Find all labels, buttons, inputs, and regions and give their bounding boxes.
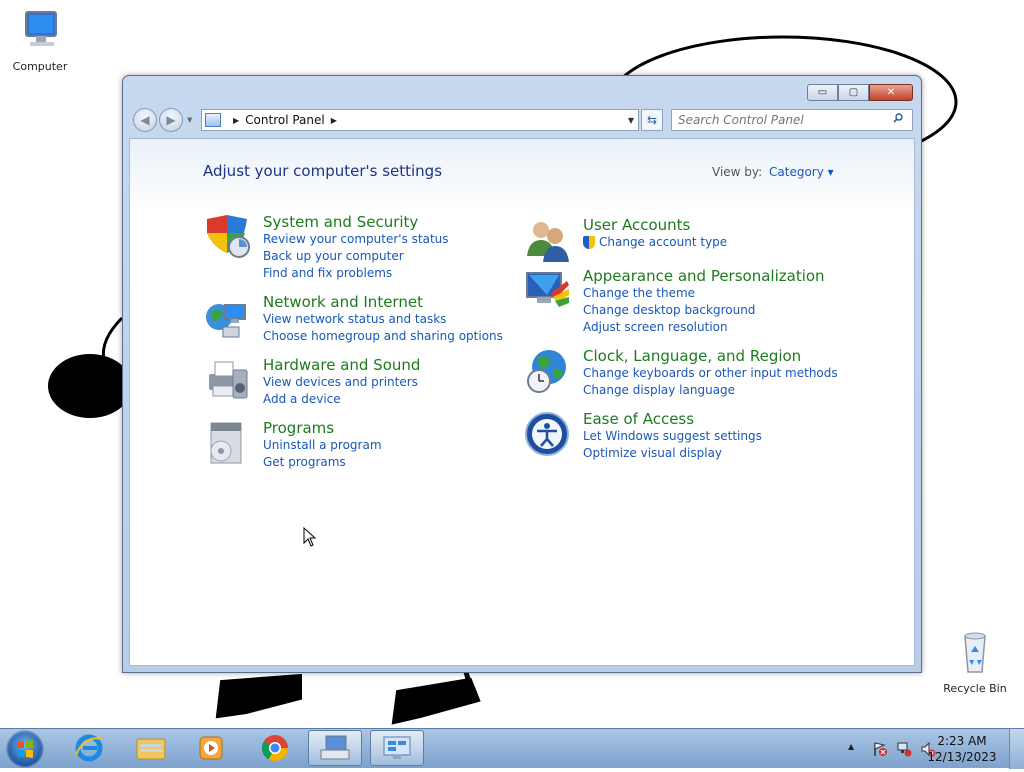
address-bar[interactable]: ▶ Control Panel ▶ ▼ bbox=[201, 109, 639, 131]
show-desktop-button[interactable] bbox=[1009, 729, 1024, 769]
window-controls: ▭ ▢ ✕ bbox=[807, 84, 913, 101]
internet-explorer-icon bbox=[75, 734, 103, 762]
category-programs: Programs Uninstall a program Get program… bbox=[203, 419, 503, 469]
taskbar-media-player[interactable] bbox=[184, 730, 238, 766]
link-view-network-status[interactable]: View network status and tasks bbox=[263, 312, 446, 326]
recent-pages-dropdown-icon[interactable]: ▼ bbox=[187, 116, 192, 124]
address-dropdown-icon[interactable]: ▼ bbox=[628, 116, 634, 125]
mouse-cursor-icon bbox=[303, 527, 317, 547]
taskbar-clock[interactable]: 2:23 AM 12/13/2023 bbox=[922, 733, 1002, 765]
link-add-device[interactable]: Add a device bbox=[263, 392, 341, 406]
link-back-up-computer[interactable]: Back up your computer bbox=[263, 249, 404, 263]
taskbar-control-panel[interactable] bbox=[370, 730, 424, 766]
desktop-icon-label: Computer bbox=[12, 60, 68, 73]
link-homegroup-sharing[interactable]: Choose homegroup and sharing options bbox=[263, 329, 503, 343]
clock-time: 2:23 AM bbox=[937, 734, 987, 748]
taskbar-internet-explorer[interactable] bbox=[62, 730, 116, 766]
link-optimize-visual-display[interactable]: Optimize visual display bbox=[583, 446, 722, 460]
link-devices-printers[interactable]: View devices and printers bbox=[263, 375, 418, 389]
clock-date: 12/13/2023 bbox=[927, 750, 997, 764]
system-tray: ▲ 2:23 AM 12/13/2023 bbox=[834, 729, 1024, 769]
chrome-icon bbox=[261, 735, 289, 762]
content-pane: Adjust your computer's settings View by:… bbox=[129, 138, 915, 666]
windows-logo-icon bbox=[17, 740, 33, 758]
category-title-network-internet[interactable]: Network and Internet bbox=[263, 293, 423, 311]
close-button[interactable]: ✕ bbox=[869, 84, 913, 101]
media-player-icon bbox=[199, 736, 223, 760]
link-change-display-language[interactable]: Change display language bbox=[583, 383, 735, 397]
taskbar-on-screen-keyboard[interactable] bbox=[308, 730, 362, 766]
link-change-theme[interactable]: Change the theme bbox=[583, 286, 695, 300]
refresh-button[interactable]: ⇆ bbox=[641, 109, 663, 131]
taskbar: ▲ 2:23 AM 12/13/2023 bbox=[0, 728, 1024, 769]
control-panel-window: ▭ ▢ ✕ ◀ ▶ ▼ ▶ Control Panel ▶ ▼ ⇆ Adjust… bbox=[122, 75, 922, 673]
category-title-programs[interactable]: Programs bbox=[263, 419, 334, 437]
navigation-bar: ◀ ▶ ▼ ▶ Control Panel ▶ ▼ ⇆ bbox=[131, 106, 913, 134]
users-icon[interactable] bbox=[523, 216, 571, 264]
taskbar-file-explorer[interactable] bbox=[124, 730, 178, 766]
link-uninstall-program[interactable]: Uninstall a program bbox=[263, 438, 382, 452]
desktop-icon-label: Recycle Bin bbox=[943, 682, 1007, 695]
link-windows-suggest-settings[interactable]: Let Windows suggest settings bbox=[583, 429, 762, 443]
folder-icon bbox=[136, 738, 166, 760]
ease-of-access-icon[interactable] bbox=[523, 410, 571, 458]
network-status-icon[interactable] bbox=[896, 741, 912, 757]
show-hidden-icons-button[interactable]: ▲ bbox=[848, 742, 854, 751]
shield-icon[interactable] bbox=[203, 213, 251, 261]
link-change-keyboards[interactable]: Change keyboards or other input methods bbox=[583, 366, 838, 380]
link-adjust-resolution[interactable]: Adjust screen resolution bbox=[583, 320, 728, 334]
link-change-desktop-background[interactable]: Change desktop background bbox=[583, 303, 755, 317]
control-panel-icon bbox=[383, 736, 411, 759]
category-title-appearance[interactable]: Appearance and Personalization bbox=[583, 267, 825, 285]
desktop-icon-recycle-bin[interactable]: Recycle Bin bbox=[935, 630, 1015, 695]
chevron-right-icon[interactable]: ▶ bbox=[331, 116, 337, 125]
view-by-dropdown[interactable]: Category ▾ bbox=[769, 165, 834, 179]
action-center-icon[interactable] bbox=[872, 741, 888, 757]
desktop-icon-computer[interactable]: Computer bbox=[0, 8, 80, 73]
recycle-bin-icon bbox=[964, 632, 986, 673]
search-icon[interactable] bbox=[893, 113, 903, 123]
back-button[interactable]: ◀ bbox=[133, 108, 157, 132]
programs-icon[interactable] bbox=[203, 419, 251, 467]
keyboard-icon bbox=[320, 735, 350, 760]
category-appearance-personalization: Appearance and Personalization Change th… bbox=[523, 267, 843, 334]
category-title-hardware-sound[interactable]: Hardware and Sound bbox=[263, 356, 420, 374]
category-title-clock-language[interactable]: Clock, Language, and Region bbox=[583, 347, 801, 365]
category-user-accounts: User Accounts Change account type bbox=[523, 216, 843, 262]
page-title: Adjust your computer's settings bbox=[203, 162, 443, 180]
link-get-programs[interactable]: Get programs bbox=[263, 455, 346, 469]
computer-icon bbox=[25, 11, 57, 46]
start-button[interactable] bbox=[6, 730, 44, 768]
view-by-label: View by: bbox=[712, 165, 763, 179]
breadcrumb-control-panel[interactable]: Control Panel bbox=[245, 113, 325, 127]
maximize-button[interactable]: ▢ bbox=[838, 84, 869, 101]
printer-icon[interactable] bbox=[203, 356, 251, 404]
link-review-status[interactable]: Review your computer's status bbox=[263, 232, 449, 246]
link-find-fix-problems[interactable]: Find and fix problems bbox=[263, 266, 392, 280]
category-title-ease-of-access[interactable]: Ease of Access bbox=[583, 410, 694, 428]
category-network-internet: Network and Internet View network status… bbox=[203, 293, 503, 343]
appearance-icon[interactable] bbox=[523, 267, 571, 315]
category-clock-language-region: Clock, Language, and Region Change keybo… bbox=[523, 347, 843, 397]
chevron-right-icon[interactable]: ▶ bbox=[233, 116, 239, 125]
search-input[interactable] bbox=[671, 109, 913, 131]
category-system-security: System and Security Review your computer… bbox=[203, 213, 503, 280]
globe-clock-icon[interactable] bbox=[523, 347, 571, 395]
category-ease-of-access: Ease of Access Let Windows suggest setti… bbox=[523, 410, 843, 460]
category-hardware-sound: Hardware and Sound View devices and prin… bbox=[203, 356, 503, 406]
forward-button[interactable]: ▶ bbox=[159, 108, 183, 132]
network-icon[interactable] bbox=[203, 293, 251, 341]
link-change-account-type[interactable]: Change account type bbox=[583, 235, 727, 249]
control-panel-icon bbox=[205, 113, 221, 127]
category-title-user-accounts[interactable]: User Accounts bbox=[583, 216, 690, 234]
taskbar-chrome[interactable] bbox=[248, 730, 302, 766]
category-title-system-security[interactable]: System and Security bbox=[263, 213, 418, 231]
minimize-button[interactable]: ▭ bbox=[807, 84, 838, 101]
